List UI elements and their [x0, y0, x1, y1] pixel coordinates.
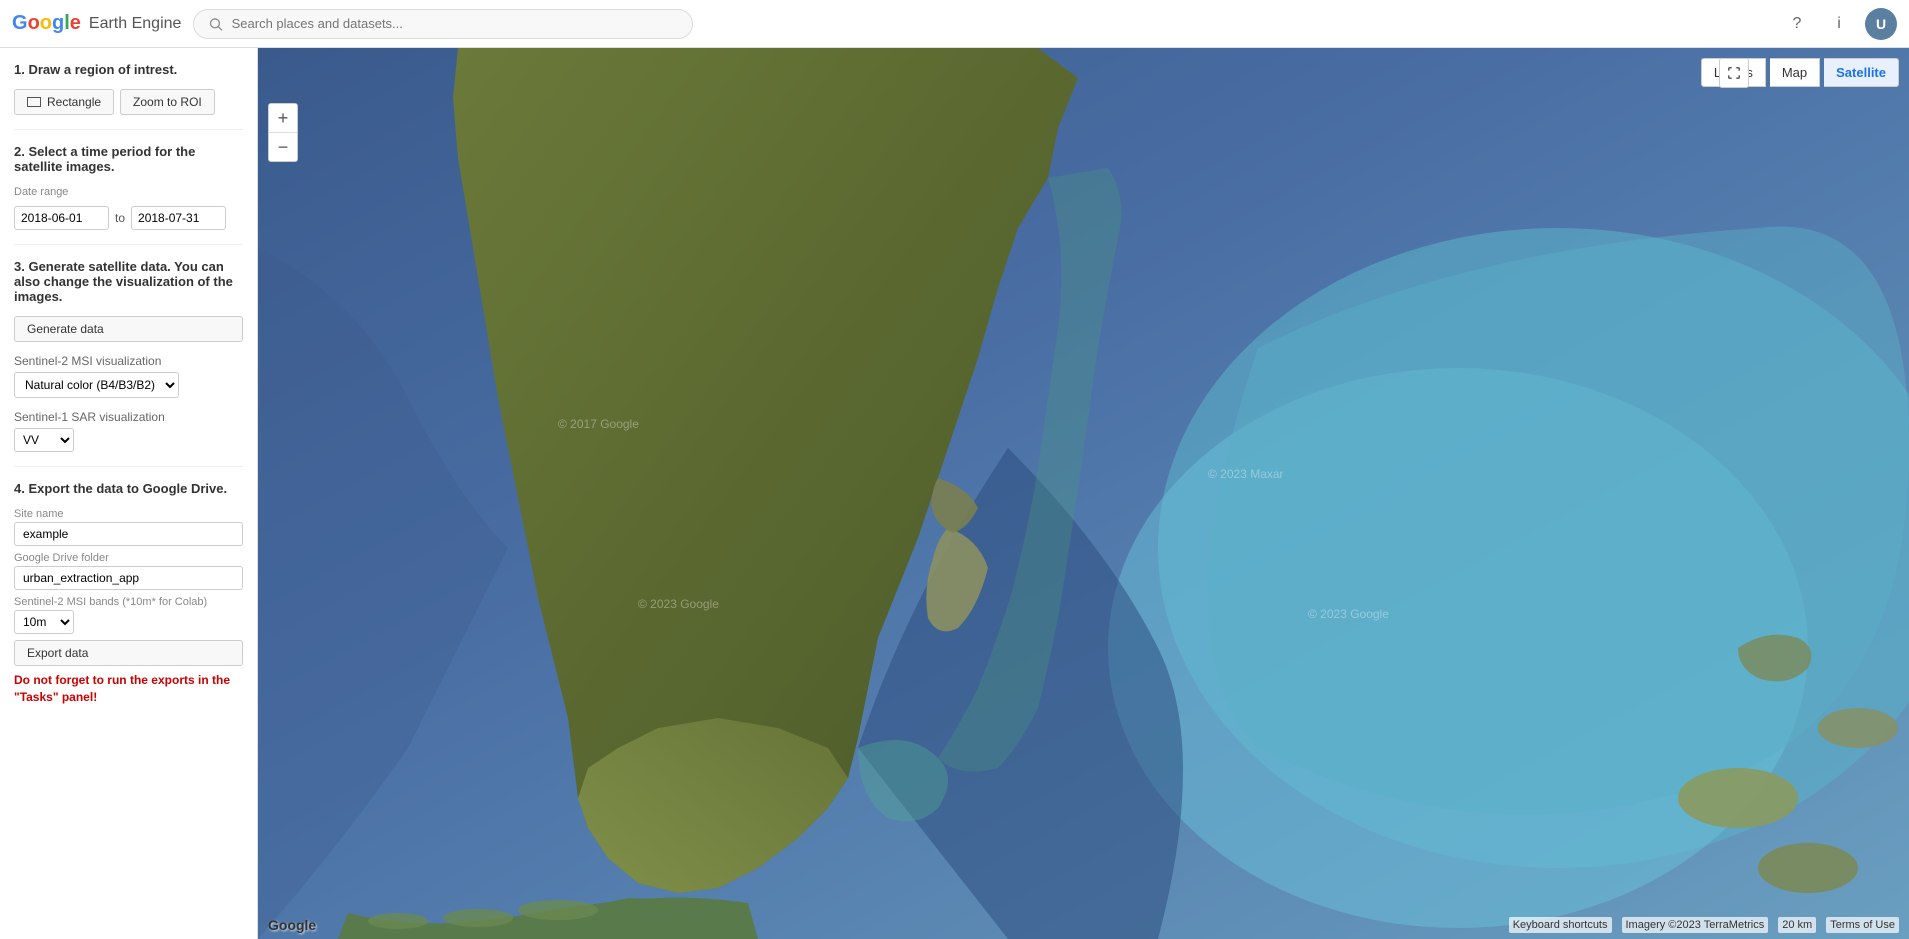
- date-to-input[interactable]: [131, 206, 226, 230]
- svg-text:© 2023 Google: © 2023 Google: [638, 597, 719, 611]
- step2-section: 2. Select a time period for the satellit…: [14, 144, 243, 230]
- gdrive-label: Google Drive folder: [14, 552, 243, 564]
- map-background: © 2017 Google © 2023 Google © 2023 Maxar…: [258, 48, 1909, 939]
- site-name-field: Site name: [14, 508, 243, 546]
- rectangle-icon: [27, 97, 41, 107]
- site-name-label: Site name: [14, 508, 243, 520]
- svg-text:© 2017 Google: © 2017 Google: [558, 417, 639, 431]
- satellite-view-button[interactable]: Satellite: [1824, 58, 1899, 87]
- rectangle-button[interactable]: Rectangle: [14, 89, 114, 115]
- step4-title: 4. Export the data to Google Drive.: [14, 481, 243, 496]
- main-area: 1. Draw a region of intrest. Rectangle Z…: [0, 48, 1909, 939]
- date-to-label: to: [115, 211, 125, 225]
- bands-field: Sentinel-2 MSI bands (*10m* for Colab) 1…: [14, 596, 243, 634]
- divider-1: [14, 129, 243, 130]
- zoom-roi-button[interactable]: Zoom to ROI: [120, 89, 215, 115]
- date-from-input[interactable]: [14, 206, 109, 230]
- divider-2: [14, 244, 243, 245]
- warning-message: Do not forget to run the exports in the …: [14, 672, 243, 706]
- fullscreen-button[interactable]: [1719, 58, 1749, 88]
- help-button[interactable]: ?: [1781, 8, 1813, 40]
- app-header: Google Earth Engine ? i U: [0, 0, 1909, 48]
- search-icon: [208, 16, 223, 32]
- date-range-label: Date range: [14, 186, 243, 198]
- sentinel1-label: Sentinel-1 SAR visualization: [14, 410, 243, 424]
- google-watermark: Google: [268, 917, 316, 933]
- help-icon: ?: [1793, 15, 1802, 33]
- terms-link[interactable]: Terms of Use: [1826, 917, 1899, 933]
- imagery-credit: Imagery ©2023 TerraMetrics: [1622, 917, 1769, 933]
- map-view-button[interactable]: Map: [1770, 58, 1820, 87]
- svg-text:© 2023 Google: © 2023 Google: [1308, 607, 1389, 621]
- bands-select[interactable]: 10m 20m 60m: [14, 610, 74, 634]
- map-container: © 2017 Google © 2023 Google © 2023 Maxar…: [258, 48, 1909, 939]
- fullscreen-icon: [1727, 66, 1741, 80]
- notifications-button[interactable]: i: [1823, 8, 1855, 40]
- info-icon: i: [1837, 15, 1841, 33]
- sentinel2-label: Sentinel-2 MSI visualization: [14, 354, 243, 368]
- keyboard-shortcuts[interactable]: Keyboard shortcuts: [1509, 917, 1612, 933]
- zoom-controls: + −: [268, 103, 298, 162]
- export-data-button[interactable]: Export data: [14, 640, 243, 666]
- search-bar[interactable]: [193, 9, 693, 39]
- step1-section: 1. Draw a region of intrest. Rectangle Z…: [14, 62, 243, 115]
- search-input[interactable]: [232, 16, 679, 31]
- sentinel2-select[interactable]: Natural color (B4/B3/B2) False color (B8…: [14, 372, 179, 398]
- app-logo: Google Earth Engine: [12, 12, 181, 35]
- scale-indicator: 20 km: [1778, 917, 1816, 933]
- bands-label: Sentinel-2 MSI bands (*10m* for Colab): [14, 596, 243, 608]
- gdrive-folder-field: Google Drive folder: [14, 552, 243, 590]
- gdrive-input[interactable]: [14, 566, 243, 590]
- sentinel1-viz-section: Sentinel-1 SAR visualization VV VH VV/VH: [14, 410, 243, 452]
- svg-text:© 2023 Maxar: © 2023 Maxar: [1208, 467, 1284, 481]
- step4-section: 4. Export the data to Google Drive. Site…: [14, 481, 243, 706]
- map-bottom-bar: Google Keyboard shortcuts Imagery ©2023 …: [258, 917, 1909, 933]
- sentinel2-viz-section: Sentinel-2 MSI visualization Natural col…: [14, 354, 243, 398]
- divider-3: [14, 466, 243, 467]
- step2-title: 2. Select a time period for the satellit…: [14, 144, 243, 174]
- header-actions: ? i U: [1781, 8, 1897, 40]
- step1-buttons: Rectangle Zoom to ROI: [14, 89, 243, 115]
- step1-title: 1. Draw a region of intrest.: [14, 62, 243, 77]
- site-name-input[interactable]: [14, 522, 243, 546]
- map-attribution: Keyboard shortcuts Imagery ©2023 TerraMe…: [1509, 917, 1899, 933]
- zoom-in-button[interactable]: +: [269, 104, 297, 132]
- sentinel1-select[interactable]: VV VH VV/VH: [14, 428, 74, 452]
- generate-data-button[interactable]: Generate data: [14, 316, 243, 342]
- app-name: Earth Engine: [89, 15, 182, 33]
- zoom-out-button[interactable]: −: [269, 133, 297, 161]
- step3-section: 3. Generate satellite data. You can also…: [14, 259, 243, 452]
- avatar[interactable]: U: [1865, 8, 1897, 40]
- step3-title: 3. Generate satellite data. You can also…: [14, 259, 243, 304]
- date-range-row: to: [14, 206, 243, 230]
- sidebar: 1. Draw a region of intrest. Rectangle Z…: [0, 48, 258, 939]
- google-logo: Google: [12, 12, 81, 35]
